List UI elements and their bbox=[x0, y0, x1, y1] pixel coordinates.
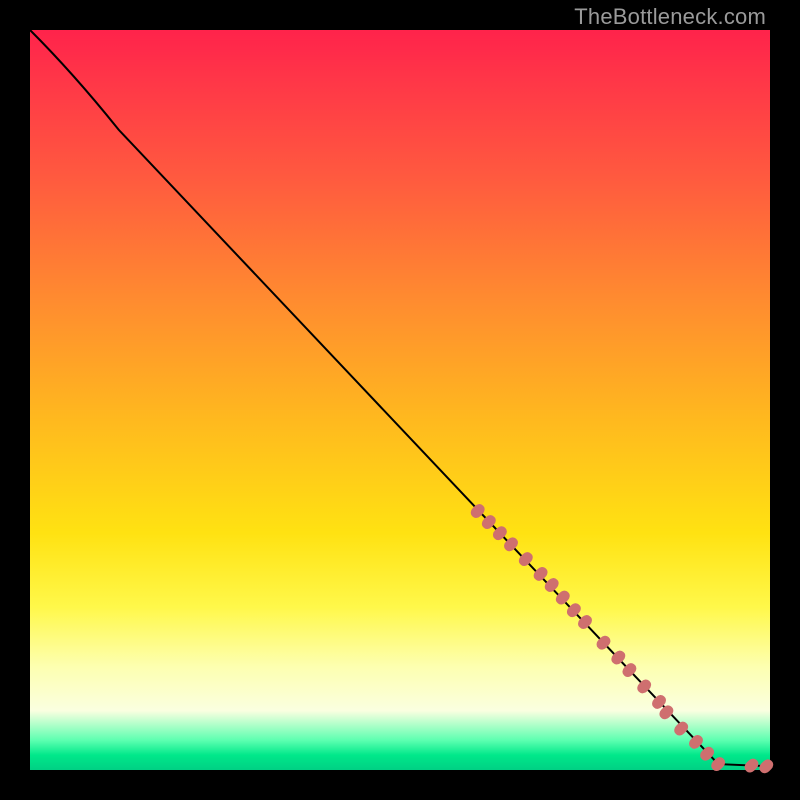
plot-area bbox=[30, 30, 770, 770]
data-point bbox=[531, 565, 549, 583]
watermark-text: TheBottleneck.com bbox=[574, 4, 766, 30]
data-point bbox=[672, 719, 690, 737]
data-point bbox=[742, 756, 760, 774]
data-point bbox=[757, 757, 775, 775]
chart-svg bbox=[30, 30, 770, 770]
data-points-group bbox=[469, 502, 776, 776]
data-point bbox=[543, 576, 561, 594]
data-point bbox=[554, 588, 572, 606]
bottleneck-curve bbox=[30, 30, 770, 766]
chart-frame: TheBottleneck.com bbox=[0, 0, 800, 800]
